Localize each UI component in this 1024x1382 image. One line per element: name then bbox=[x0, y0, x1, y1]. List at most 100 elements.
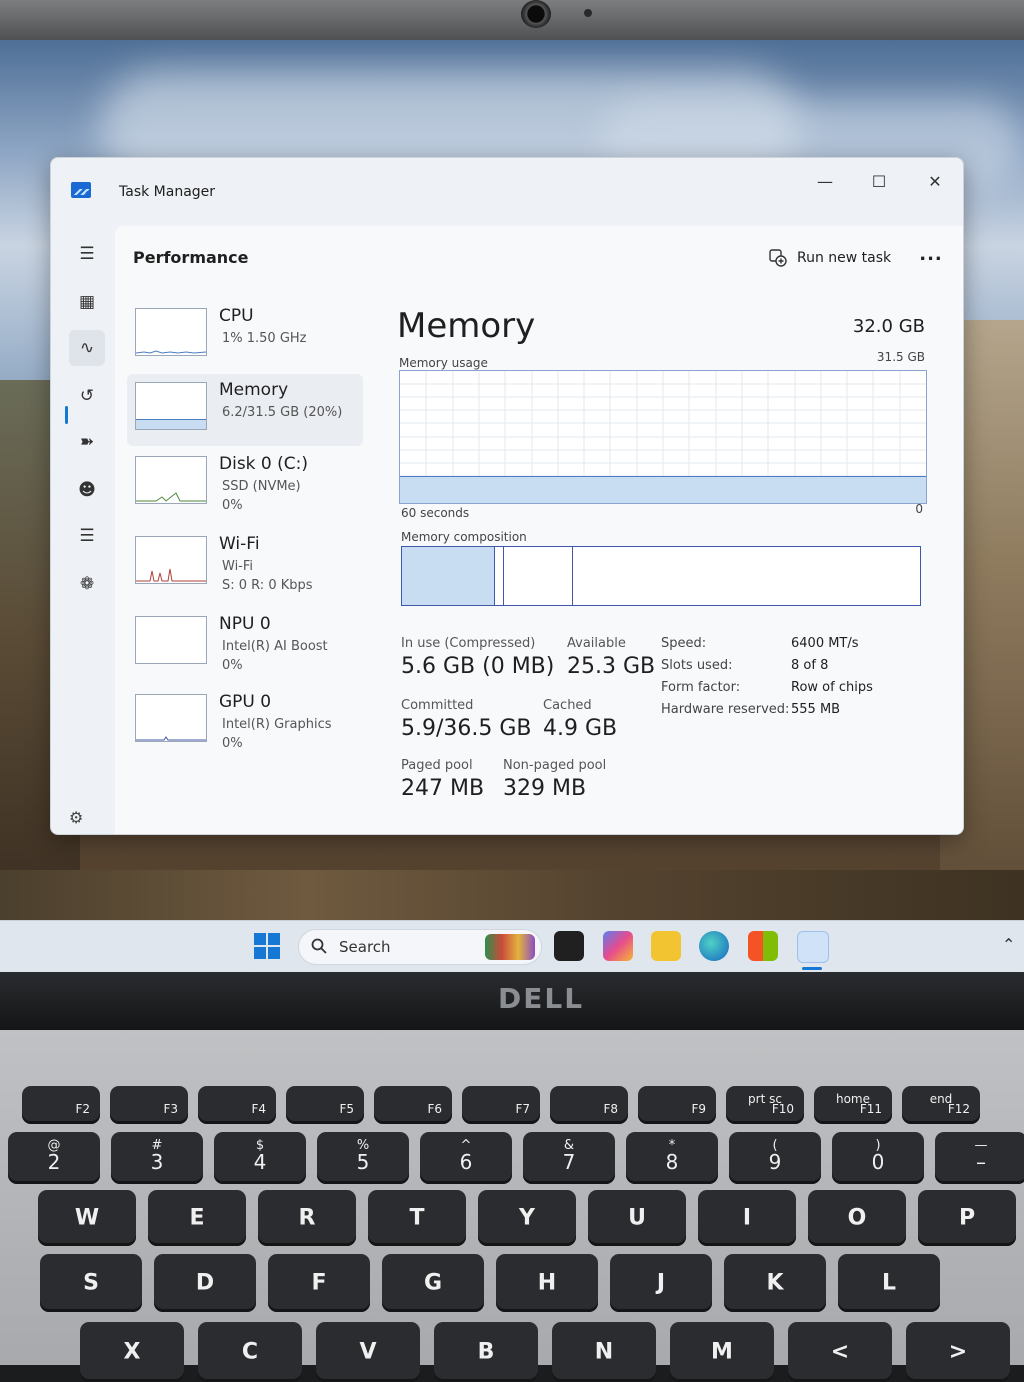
letter-key-1[interactable]: E bbox=[148, 1190, 246, 1246]
key-legend: < bbox=[830, 1339, 850, 1365]
more-options-button[interactable]: ... bbox=[915, 240, 947, 272]
letter-key-3[interactable]: T bbox=[368, 1190, 466, 1246]
performance-icon[interactable]: ∿ bbox=[69, 330, 105, 366]
device-name: Wi-Fi bbox=[219, 534, 260, 554]
in-use-label: In use (Compressed) bbox=[401, 636, 536, 651]
maximize-button[interactable]: ☐ bbox=[861, 168, 897, 196]
minimize-button[interactable]: — bbox=[807, 168, 843, 196]
show-hidden-icons-chevron-up-icon[interactable]: ⌃ bbox=[1002, 935, 1015, 954]
function-key-f6[interactable]: F6 bbox=[374, 1086, 452, 1124]
device-detail: Intel(R) AI Boost bbox=[222, 639, 328, 654]
search-icon bbox=[311, 938, 327, 954]
function-key-f11[interactable]: home F11 bbox=[814, 1086, 892, 1124]
letter-key-6[interactable]: K bbox=[724, 1254, 826, 1312]
taskbar-search-box[interactable]: Search bbox=[298, 929, 542, 965]
function-key-f3[interactable]: F3 bbox=[110, 1086, 188, 1124]
letter-key-4[interactable]: Y bbox=[478, 1190, 576, 1246]
letter-key-7[interactable]: > bbox=[906, 1322, 1010, 1382]
task-manager-window: Task Manager — ☐ ✕ ☰ ▦ ∿ ↺ ➽ ☻ ☰ ❁ ⚙ Per… bbox=[50, 157, 964, 835]
key-legend: G bbox=[423, 1270, 443, 1296]
letter-key-1[interactable]: D bbox=[154, 1254, 256, 1312]
available-value: 25.3 GB bbox=[567, 654, 656, 679]
letter-key-4[interactable]: H bbox=[496, 1254, 598, 1312]
file-explorer-icon[interactable] bbox=[651, 931, 681, 961]
key-legend: U bbox=[628, 1205, 646, 1231]
gpu-thumbnail-graph bbox=[135, 694, 207, 742]
function-key-f10[interactable]: prt sc F10 bbox=[726, 1086, 804, 1124]
letter-key-4[interactable]: N bbox=[552, 1322, 656, 1382]
task-view-icon[interactable] bbox=[554, 931, 584, 961]
startup-apps-icon[interactable]: ➽ bbox=[69, 424, 105, 460]
letter-key-5[interactable]: J bbox=[610, 1254, 712, 1312]
device-memory[interactable]: Memory 6.2/31.5 GB (20%) bbox=[127, 374, 363, 446]
number-key-9[interactable]: — – bbox=[935, 1132, 1024, 1184]
number-key-1[interactable]: #3 bbox=[111, 1132, 203, 1184]
number-key-0[interactable]: @2 bbox=[8, 1132, 100, 1184]
function-key-f8[interactable]: F8 bbox=[550, 1086, 628, 1124]
task-manager-taskbar-icon[interactable] bbox=[797, 931, 829, 963]
microsoft-365-icon[interactable] bbox=[603, 931, 633, 961]
letter-key-7[interactable]: L bbox=[838, 1254, 940, 1312]
form-factor-value: Row of chips bbox=[791, 680, 873, 695]
letter-key-0[interactable]: S bbox=[40, 1254, 142, 1312]
key-legend: C bbox=[241, 1339, 259, 1365]
users-icon[interactable]: ☻ bbox=[69, 472, 105, 508]
key-legend: 9 bbox=[768, 1150, 782, 1174]
run-new-task-label: Run new task bbox=[797, 250, 892, 266]
device-npu[interactable]: NPU 0 Intel(R) AI Boost 0% bbox=[127, 608, 363, 680]
number-key-5[interactable]: & 7 bbox=[523, 1132, 615, 1184]
nonpaged-pool-value: 329 MB bbox=[503, 776, 587, 801]
letter-key-5[interactable]: M bbox=[670, 1322, 774, 1382]
settings-gear-icon[interactable]: ⚙ bbox=[69, 808, 83, 827]
letter-key-2[interactable]: V bbox=[316, 1322, 420, 1382]
chart-axis-time: 60 seconds bbox=[401, 506, 470, 520]
number-key-3[interactable]: % 5 bbox=[317, 1132, 409, 1184]
letter-key-6[interactable]: I bbox=[698, 1190, 796, 1246]
edge-browser-icon[interactable] bbox=[699, 931, 729, 961]
function-key-f4[interactable]: F4 bbox=[198, 1086, 276, 1124]
letter-key-0[interactable]: X bbox=[80, 1322, 184, 1382]
device-wifi[interactable]: Wi-Fi Wi-Fi S: 0 R: 0 Kbps bbox=[127, 528, 363, 600]
function-key-f2[interactable]: F2 bbox=[22, 1086, 100, 1124]
run-new-task-button[interactable]: Run new task bbox=[769, 242, 891, 274]
letter-key-0[interactable]: W bbox=[38, 1190, 136, 1246]
microsoft-store-icon[interactable] bbox=[748, 931, 778, 961]
number-key-7[interactable]: (9 bbox=[729, 1132, 821, 1184]
letter-key-3[interactable]: B bbox=[434, 1322, 538, 1382]
letter-key-1[interactable]: C bbox=[198, 1322, 302, 1382]
function-key-f9[interactable]: F9 bbox=[638, 1086, 716, 1124]
key-legend: 8 bbox=[665, 1150, 679, 1174]
key-legend: S bbox=[83, 1270, 99, 1296]
hamburger-menu-icon[interactable]: ☰ bbox=[69, 236, 105, 272]
key-legend: O bbox=[847, 1205, 867, 1231]
number-key-2[interactable]: $4 bbox=[214, 1132, 306, 1184]
device-disk[interactable]: Disk 0 (C:) SSD (NVMe) 0% bbox=[127, 448, 363, 520]
title-bar[interactable]: Task Manager — ☐ ✕ bbox=[51, 158, 963, 218]
number-key-6[interactable]: * 8 bbox=[626, 1132, 718, 1184]
number-key-4[interactable]: ^ 6 bbox=[420, 1132, 512, 1184]
letter-key-6[interactable]: < bbox=[788, 1322, 892, 1382]
services-icon[interactable]: ❁ bbox=[69, 566, 105, 602]
close-button[interactable]: ✕ bbox=[917, 168, 953, 196]
letter-key-5[interactable]: U bbox=[588, 1190, 686, 1246]
function-key-f12[interactable]: end F12 bbox=[902, 1086, 980, 1124]
letter-key-7[interactable]: O bbox=[808, 1190, 906, 1246]
running-app-indicator bbox=[802, 967, 822, 970]
app-history-icon[interactable]: ↺ bbox=[69, 378, 105, 414]
number-key-8[interactable]: ) 0 bbox=[832, 1132, 924, 1184]
function-key-f7[interactable]: F7 bbox=[462, 1086, 540, 1124]
letter-key-2[interactable]: F bbox=[268, 1254, 370, 1312]
speed-value: 6400 MT/s bbox=[791, 636, 859, 651]
webcam bbox=[521, 0, 551, 28]
task-manager-app-icon bbox=[71, 182, 91, 198]
details-icon[interactable]: ☰ bbox=[69, 518, 105, 554]
function-key-f5[interactable]: F5 bbox=[286, 1086, 364, 1124]
device-cpu[interactable]: CPU 1% 1.50 GHz bbox=[127, 300, 363, 372]
letter-key-2[interactable]: R bbox=[258, 1190, 356, 1246]
letter-key-3[interactable]: G bbox=[382, 1254, 484, 1312]
device-gpu[interactable]: GPU 0 Intel(R) Graphics 0% bbox=[127, 686, 363, 758]
processes-icon[interactable]: ▦ bbox=[69, 284, 105, 320]
letter-key-8[interactable]: P bbox=[918, 1190, 1016, 1246]
start-button-windows-icon[interactable] bbox=[254, 933, 282, 961]
cpu-thumbnail-graph bbox=[135, 308, 207, 356]
